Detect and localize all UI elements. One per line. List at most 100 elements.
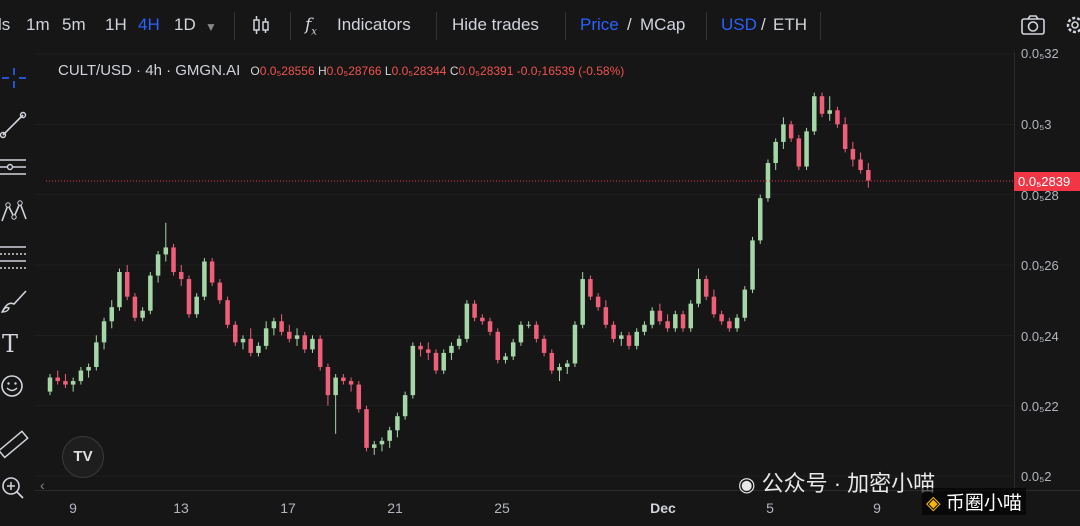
price-chart[interactable] bbox=[34, 52, 1014, 490]
hide-trades-button[interactable]: Hide trades bbox=[452, 15, 539, 35]
candle-body bbox=[148, 275, 153, 311]
candle-body bbox=[333, 377, 338, 396]
indicators-icon[interactable]: fx bbox=[305, 15, 317, 37]
camera-icon[interactable] bbox=[1020, 14, 1046, 41]
watermark-binance: ◈ 币圈小喵 bbox=[922, 488, 1026, 515]
candle-body bbox=[256, 345, 261, 353]
mcap-toggle[interactable]: MCap bbox=[640, 15, 685, 35]
candle-body bbox=[703, 279, 709, 297]
candle-body bbox=[317, 338, 323, 367]
candle-body bbox=[680, 314, 686, 329]
candle-body bbox=[348, 381, 354, 385]
zoom-in-icon[interactable] bbox=[0, 474, 30, 504]
candle-body bbox=[642, 324, 647, 332]
settings-icon[interactable] bbox=[1064, 14, 1080, 41]
candle-body bbox=[310, 338, 315, 350]
low-value: 0.0₅28344 bbox=[391, 64, 447, 78]
candle-body bbox=[271, 321, 277, 329]
candle-body bbox=[472, 303, 477, 318]
candle-body bbox=[719, 314, 724, 322]
candle-body bbox=[140, 310, 145, 318]
usd-toggle[interactable]: USD bbox=[721, 15, 757, 35]
price-tick: 0.0₅24 bbox=[1021, 329, 1059, 344]
candle-body bbox=[835, 110, 840, 125]
watermark-text: 公众号 · 加密小喵 bbox=[761, 471, 936, 496]
time-tick: 9 bbox=[69, 500, 77, 516]
interval-5m[interactable]: 5m bbox=[62, 15, 86, 35]
tradingview-logo[interactable]: TV bbox=[62, 436, 104, 478]
candle-body bbox=[688, 303, 694, 329]
last-price-label: 0.0₅2839 bbox=[1014, 171, 1080, 191]
candle-body bbox=[47, 377, 53, 392]
toolbar-divider bbox=[820, 12, 821, 40]
eth-toggle[interactable]: ETH bbox=[773, 15, 807, 35]
candle-body bbox=[588, 279, 593, 297]
interval-1m[interactable]: 1m bbox=[26, 15, 50, 35]
interval-1h[interactable]: 1H bbox=[105, 15, 127, 35]
interval-ls[interactable]: ls bbox=[0, 15, 10, 35]
candle-body bbox=[734, 317, 740, 329]
ohlc-values: O0.0₅28556 H0.0₅28766 L0.0₅28344 C0.0₅28… bbox=[250, 64, 624, 78]
indicators-button[interactable]: Indicators bbox=[337, 15, 411, 35]
change-value: -0.0₇16539 (-0.58%) bbox=[516, 64, 625, 78]
candle-body bbox=[217, 282, 223, 301]
interval-1d[interactable]: 1D bbox=[174, 15, 196, 35]
low-key: L bbox=[384, 64, 392, 78]
candlestick-plot[interactable] bbox=[34, 52, 1014, 490]
candle-body bbox=[649, 310, 655, 325]
candle-body bbox=[696, 279, 701, 304]
scroll-left-icon[interactable]: ‹ bbox=[40, 477, 45, 493]
candle-body bbox=[171, 247, 176, 273]
candle-body bbox=[78, 370, 84, 382]
candle-body bbox=[626, 335, 632, 346]
candle-body bbox=[842, 124, 848, 149]
candle-body bbox=[395, 416, 400, 431]
candle-body bbox=[788, 124, 794, 139]
time-tick-month: Dec bbox=[650, 500, 676, 516]
price-tick: 0.0₅22 bbox=[1021, 399, 1059, 414]
candle-body bbox=[178, 272, 184, 280]
binance-icon: ◈ bbox=[926, 493, 941, 514]
candle-body bbox=[773, 141, 778, 164]
candle-type-icon[interactable] bbox=[250, 14, 272, 41]
fib-retracement-icon[interactable] bbox=[0, 242, 30, 272]
candle-body bbox=[665, 321, 670, 329]
interval-dropdown-icon[interactable]: ▼ bbox=[205, 20, 217, 34]
price-toggle[interactable]: Price bbox=[580, 15, 619, 35]
candle-body bbox=[186, 279, 192, 315]
candle-body bbox=[441, 352, 446, 371]
candle-body bbox=[580, 279, 585, 325]
toolbar-divider bbox=[706, 12, 707, 40]
candle-body bbox=[456, 338, 462, 346]
candle-body bbox=[124, 272, 130, 297]
text-tool-icon[interactable]: T bbox=[0, 330, 32, 360]
price-scale[interactable]: 0.0₅32 0.0₅3 0.0₅28 0.0₅26 0.0₅24 0.0₅22… bbox=[1014, 46, 1080, 490]
pattern-icon[interactable] bbox=[0, 197, 30, 227]
candle-body bbox=[572, 324, 578, 364]
candle-body bbox=[657, 310, 663, 322]
candle-body bbox=[781, 124, 786, 142]
toolbar-divider bbox=[234, 12, 235, 40]
candle-body bbox=[804, 131, 809, 167]
candle-body bbox=[812, 96, 817, 132]
ruler-icon[interactable] bbox=[0, 430, 30, 460]
horizontal-lines-icon[interactable] bbox=[0, 154, 30, 184]
candle-body bbox=[240, 338, 246, 343]
price-tick: 0.0₅32 bbox=[1021, 46, 1059, 61]
interval-4h[interactable]: 4H bbox=[138, 15, 160, 35]
crosshair-icon[interactable] bbox=[0, 64, 30, 94]
candle-body bbox=[163, 247, 169, 255]
brush-icon[interactable] bbox=[0, 286, 30, 316]
trend-line-icon[interactable] bbox=[0, 110, 30, 140]
candle-body bbox=[263, 328, 269, 346]
candle-body bbox=[426, 349, 431, 353]
candle-body bbox=[70, 381, 76, 385]
candle-body bbox=[742, 289, 748, 318]
candle-body bbox=[866, 170, 871, 181]
emoji-icon[interactable] bbox=[0, 372, 30, 402]
candle-body bbox=[827, 110, 832, 114]
candle-body bbox=[611, 324, 616, 339]
candle-body bbox=[534, 324, 539, 339]
symbol-label[interactable]: CULT/USD · 4h · GMGN.AI bbox=[58, 62, 240, 79]
candle-body bbox=[109, 307, 115, 322]
